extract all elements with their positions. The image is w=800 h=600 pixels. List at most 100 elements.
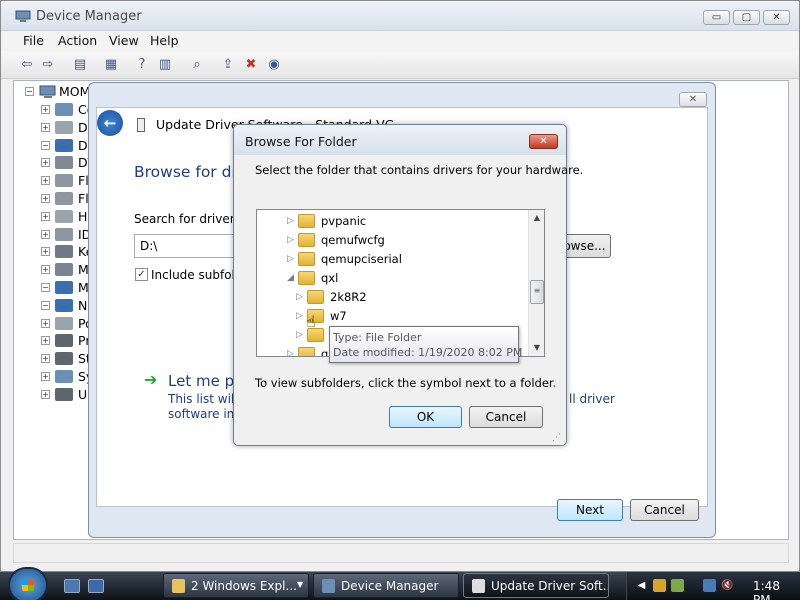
next-button[interactable]: Next xyxy=(557,499,623,521)
menu-file[interactable]: File xyxy=(23,33,44,48)
folder-tree-scrollbar[interactable]: ▲ ≡ ▼ xyxy=(528,210,544,356)
folder-expander-icon[interactable]: ▷ xyxy=(287,254,294,264)
folder-expander-icon[interactable]: ▷ xyxy=(296,292,303,302)
close-button[interactable]: ✕ xyxy=(763,10,790,25)
folder-tree-item[interactable]: ▷ 2k8R2 xyxy=(296,288,496,307)
folder-expander-icon[interactable]: ◢ xyxy=(287,273,294,283)
windows-logo-icon xyxy=(22,579,34,591)
folder-expander-icon[interactable]: ▷ xyxy=(287,216,294,226)
switch-windows-icon[interactable] xyxy=(88,579,104,593)
let-me-pick-link[interactable]: Let me pi xyxy=(168,372,238,390)
ok-button[interactable]: OK xyxy=(389,406,462,428)
security-shield-icon[interactable] xyxy=(653,579,666,592)
expand-toggle-icon[interactable]: − xyxy=(41,283,50,292)
expand-toggle-icon[interactable]: + xyxy=(41,265,50,275)
expand-toggle-icon[interactable]: + xyxy=(41,158,50,168)
expand-toggle-icon[interactable]: + xyxy=(41,194,50,203)
hand-cursor-icon: ☝ xyxy=(306,312,316,331)
windows-update-icon[interactable] xyxy=(671,579,684,592)
expand-toggle-icon[interactable]: + xyxy=(41,318,50,328)
uds-cancel-button[interactable]: Cancel xyxy=(630,499,699,521)
include-subfolders-label[interactable]: Include subfold xyxy=(151,268,243,282)
action-pane-icon[interactable]: ▥ xyxy=(156,56,174,74)
bff-cancel-button[interactable]: Cancel xyxy=(469,406,543,428)
tray-arrow-icon[interactable]: ◀ xyxy=(635,579,648,592)
taskbar-windows-explorer[interactable]: 2 Windows Expl... ▼ xyxy=(163,573,309,598)
tree-collapse-toggle[interactable]: − xyxy=(25,87,34,96)
back-arrow-icon[interactable]: ← xyxy=(97,110,123,136)
expand-toggle-icon[interactable]: + xyxy=(41,229,50,239)
driver-icon xyxy=(137,118,145,132)
volume-muted-icon[interactable]: 🔇 xyxy=(721,579,734,592)
start-button[interactable] xyxy=(8,567,48,600)
pick-description-line-2: software in t xyxy=(168,407,243,421)
forward-arrow-icon[interactable]: ⇨ xyxy=(39,56,57,74)
expand-toggle-icon[interactable]: + xyxy=(41,247,50,257)
taskbar-update-driver[interactable]: Update Driver Soft... xyxy=(463,573,609,598)
uds-close-button[interactable]: ✕ xyxy=(679,92,707,107)
bff-titlebar[interactable]: Browse For Folder ✕ xyxy=(234,125,566,155)
processor-icon xyxy=(55,334,73,348)
folder-expander-icon[interactable]: ▷ xyxy=(296,330,303,340)
expand-toggle-icon[interactable]: + xyxy=(41,211,50,221)
expand-toggle-icon[interactable]: + xyxy=(41,176,50,186)
status-bar xyxy=(13,543,789,563)
disk-drive-icon xyxy=(55,120,73,134)
expand-toggle-icon[interactable]: + xyxy=(41,122,50,132)
system-tray: ◀ 🔇 1:48 PM xyxy=(626,572,800,600)
folder-label: 2k8R2 xyxy=(330,290,367,304)
computer-icon xyxy=(55,103,73,116)
network-icon[interactable] xyxy=(703,579,716,592)
scroll-up-arrow-icon[interactable]: ▲ xyxy=(529,210,544,226)
show-hide-tree-icon[interactable]: ▤ xyxy=(71,56,89,74)
back-arrow-icon[interactable]: ⇦ xyxy=(18,56,36,74)
dropdown-arrow-icon: ▼ xyxy=(297,580,304,589)
folder-expander-icon[interactable]: ▷ xyxy=(287,349,294,356)
expand-toggle-icon[interactable]: + xyxy=(41,336,50,346)
uninstall-icon[interactable]: ✖ xyxy=(242,56,260,74)
maximize-button[interactable]: ▢ xyxy=(733,10,760,25)
device-manager-titlebar[interactable]: Device Manager ▭ ▢ ✕ xyxy=(1,1,799,31)
scroll-down-arrow-icon[interactable]: ▼ xyxy=(529,340,544,356)
folder-expander-icon[interactable]: ▷ xyxy=(287,235,294,245)
folder-tree-item[interactable]: ◢ qxl xyxy=(287,269,487,288)
expand-toggle-icon[interactable]: − xyxy=(41,300,50,310)
clock[interactable]: 1:48 PM xyxy=(753,579,800,600)
enable-device-icon[interactable]: ◉ xyxy=(265,56,283,74)
system-device-icon xyxy=(55,370,73,383)
computer-icon xyxy=(39,85,57,102)
menu-view[interactable]: View xyxy=(109,33,139,48)
properties-icon[interactable]: ▦ xyxy=(102,56,120,74)
expand-toggle-icon[interactable]: − xyxy=(41,140,50,150)
folder-label: qemupciserial xyxy=(321,252,402,266)
expand-toggle-icon[interactable]: + xyxy=(41,105,50,114)
include-subfolders-checkbox[interactable]: ✓ xyxy=(135,268,148,281)
update-driver-icon[interactable]: ⇪ xyxy=(219,56,237,74)
uds-heading: Browse for dri xyxy=(134,163,243,181)
folder-tree-item[interactable]: ▷ qemufwcfg xyxy=(287,231,487,250)
tree-root-label[interactable]: MOM xyxy=(59,84,90,99)
expand-toggle-icon[interactable]: + xyxy=(41,372,50,381)
folder-tree-item[interactable]: ▷ qemupciserial xyxy=(287,250,487,269)
folder-tooltip: Type: File Folder Date modified: 1/19/20… xyxy=(329,326,522,363)
folder-label: q xyxy=(321,347,329,357)
show-desktop-icon[interactable] xyxy=(64,579,80,593)
help-icon[interactable]: ? xyxy=(133,56,151,74)
bff-close-button[interactable]: ✕ xyxy=(529,134,558,149)
usb-controller-icon xyxy=(55,387,73,401)
folder-expander-icon[interactable]: ▷ xyxy=(296,311,303,321)
folder-tree-item[interactable]: ▷ pvpanic xyxy=(287,212,487,231)
minimize-button[interactable]: ▭ xyxy=(703,10,730,25)
green-arrow-icon: ➔ xyxy=(144,370,158,389)
expand-toggle-icon[interactable]: + xyxy=(41,354,50,364)
taskbar-device-manager[interactable]: Device Manager xyxy=(313,573,459,598)
menu-help[interactable]: Help xyxy=(150,33,179,48)
resize-grip-icon[interactable]: ⋰ xyxy=(552,433,561,443)
scan-hardware-icon[interactable]: ⌕ xyxy=(188,56,206,74)
keyboard-icon xyxy=(55,245,73,259)
human-interface-icon xyxy=(55,209,73,223)
scroll-thumb[interactable]: ≡ xyxy=(530,280,544,304)
menu-action[interactable]: Action xyxy=(58,33,97,48)
expand-toggle-icon[interactable]: + xyxy=(41,389,50,399)
folder-tree-item[interactable]: ▷ w7 xyxy=(296,307,496,326)
